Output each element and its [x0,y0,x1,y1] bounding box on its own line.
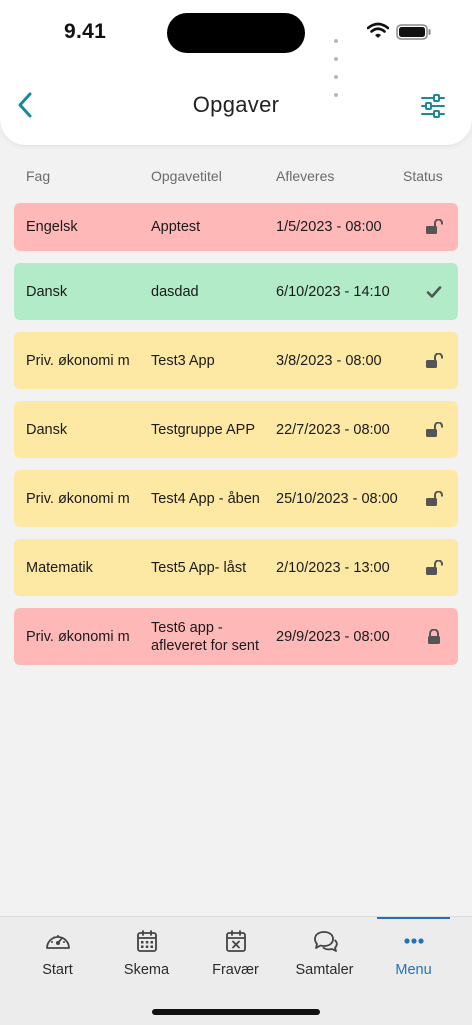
column-headers: Fag Opgavetitel Afleveres Status [0,168,472,188]
calendar-x-icon [226,930,246,952]
table-row[interactable]: Priv. økonomi m Test3 App 3/8/2023 - 08:… [14,332,458,389]
row-titel: Test5 App- låst [151,559,247,576]
filter-sliders-icon[interactable] [420,94,446,118]
assignment-list: Engelsk Apptest 1/5/2023 - 08:00 Dansk d… [14,203,458,677]
tab-fravaer[interactable]: Fravær [191,917,280,997]
tab-menu[interactable]: Menu [369,917,458,997]
table-row[interactable]: Dansk dasdad 6/10/2023 - 14:10 [14,263,458,320]
header: 9.41 Opgaver [0,0,472,145]
battery-icon [396,24,431,40]
column-fag[interactable]: Fag [26,168,50,184]
tab-samtaler[interactable]: Samtaler [280,917,369,997]
unlocked-icon [422,539,446,596]
unlocked-icon [422,332,446,389]
table-row[interactable]: Priv. økonomi m Test6 app - afleveret fo… [14,608,458,665]
locked-icon [422,608,446,665]
row-fag: Priv. økonomi m [26,490,130,507]
row-afleveres: 29/9/2023 - 08:00 [276,628,390,645]
row-fag: Dansk [26,283,68,300]
column-status[interactable]: Status [403,168,443,184]
table-row[interactable]: Matematik Test5 App- låst 2/10/2023 - 13… [14,539,458,596]
unlocked-icon [422,203,446,251]
wifi-icon [367,22,389,38]
tab-label: Start [42,962,73,978]
tab-label: Samtaler [295,962,354,978]
tab-label: Fravær [212,962,259,978]
row-titel: Test4 App - åben [151,490,260,507]
column-opgavetitel[interactable]: Opgavetitel [151,168,222,184]
row-fag: Priv. økonomi m [26,352,130,369]
row-afleveres: 1/5/2023 - 08:00 [276,219,382,235]
calendar-icon [137,930,157,952]
row-titel: Apptest [151,219,201,235]
row-fag: Dansk [26,421,68,438]
status-time: 9.41 [64,20,107,43]
tab-label: Skema [123,962,170,978]
row-afleveres: 25/10/2023 - 08:00 [276,490,398,507]
row-fag: Matematik [26,559,93,576]
table-row[interactable]: Engelsk Apptest 1/5/2023 - 08:00 [14,203,458,251]
dynamic-island [167,13,305,53]
unlocked-icon [422,401,446,458]
row-titel: Test6 app - afleveret for sent [151,619,259,654]
row-fag: Engelsk [26,219,78,235]
check-icon [422,263,446,320]
row-afleveres: 3/8/2023 - 08:00 [276,352,382,369]
row-afleveres: 6/10/2023 - 14:10 [276,283,390,300]
chat-icon [314,931,338,952]
row-titel: dasdad [151,283,199,300]
table-row[interactable]: Priv. økonomi m Test4 App - åben 25/10/2… [14,470,458,527]
more-icon [404,938,424,944]
tab-label: Menu [395,962,432,978]
row-titel: Testgruppe APP [151,421,255,438]
home-indicator[interactable] [152,1009,320,1015]
row-afleveres: 22/7/2023 - 08:00 [276,421,390,438]
tab-start[interactable]: Start [13,917,102,997]
column-afleveres[interactable]: Afleveres [276,168,334,184]
row-fag: Priv. økonomi m [26,628,130,645]
dashboard-icon [46,935,70,949]
unlocked-icon [422,470,446,527]
row-titel: Test3 App [151,352,215,369]
row-afleveres: 2/10/2023 - 13:00 [276,559,390,576]
tab-skema[interactable]: Skema [102,917,191,997]
page-title: Opgaver [192,92,280,117]
table-row[interactable]: Dansk Testgruppe APP 22/7/2023 - 08:00 [14,401,458,458]
